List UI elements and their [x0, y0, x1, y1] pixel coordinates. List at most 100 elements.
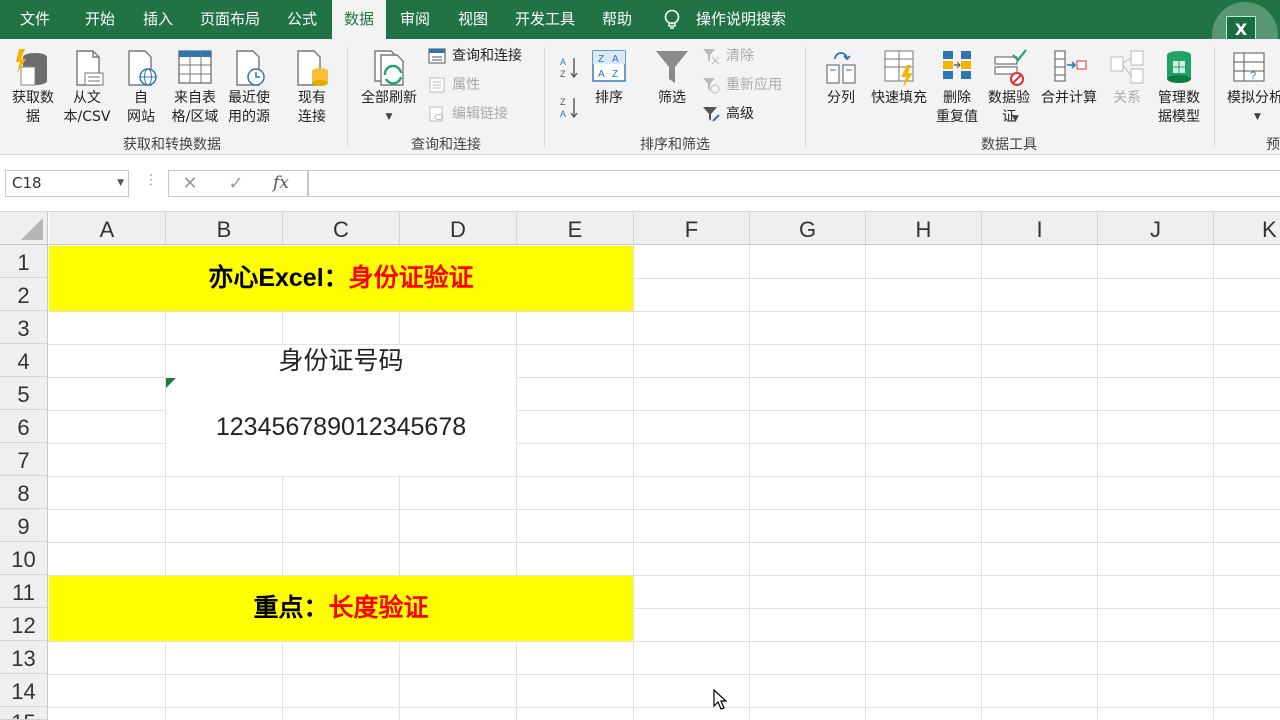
- gridline: [48, 476, 1280, 477]
- clear-filter-label: 清除: [726, 48, 754, 64]
- from-text-button[interactable]: 从文 本/CSV: [60, 47, 114, 127]
- manage-data-model-button[interactable]: 管理数 据模型: [1152, 47, 1206, 127]
- row-header-3[interactable]: 3: [0, 311, 48, 344]
- filter-button[interactable]: 筛选: [650, 47, 694, 108]
- row-header-15[interactable]: 15: [0, 707, 48, 720]
- select-all-button[interactable]: [0, 212, 48, 245]
- column-header-a[interactable]: A: [49, 212, 166, 245]
- row-header-10[interactable]: 10: [0, 542, 48, 575]
- text-to-columns-icon: [826, 52, 856, 84]
- what-if-analysis-button[interactable]: ? 模拟分析 ▼: [1224, 47, 1280, 127]
- refresh-all-button[interactable]: 全部刷新 ▼: [356, 47, 422, 127]
- tab-file[interactable]: 文件: [0, 0, 70, 39]
- tab-formulas[interactable]: 公式: [274, 0, 330, 39]
- name-box[interactable]: C18 ▼: [5, 170, 129, 197]
- focus-prefix: 重点：: [253, 594, 329, 622]
- data-validation-button[interactable]: 数据验 证 ▼: [984, 47, 1034, 127]
- tab-data[interactable]: 数据: [332, 0, 386, 39]
- data-model-icon: [1167, 51, 1191, 83]
- menu-bar: 文件 开始 插入 页面布局 公式 数据 审阅 视图 开发工具 帮助 操作说明搜索…: [0, 0, 1280, 68]
- focus-banner[interactable]: 重点：长度验证: [49, 576, 633, 641]
- refresh-all-label: 全部刷新: [361, 90, 417, 106]
- flash-fill-button[interactable]: 快速填充: [866, 47, 932, 108]
- recent-sources-label: 最近使 用的源: [228, 90, 270, 125]
- column-header-b[interactable]: B: [166, 212, 283, 245]
- text-to-columns-button[interactable]: 分列: [818, 47, 864, 108]
- filter-label: 筛选: [658, 90, 686, 106]
- svg-text:A: A: [612, 54, 619, 65]
- queries-connections-label: 查询和连接: [452, 48, 522, 64]
- get-data-button[interactable]: 获取数 据: [6, 47, 60, 127]
- cancel-icon[interactable]: ✕: [175, 170, 205, 197]
- worksheet-grid[interactable]: A B C D E F G H I J K 1 2 3 4 5 6 7 8 9 …: [0, 212, 1280, 720]
- column-header-c[interactable]: C: [283, 212, 400, 245]
- column-header-f[interactable]: F: [634, 212, 750, 245]
- gridline: [865, 245, 866, 720]
- tab-home[interactable]: 开始: [70, 0, 130, 39]
- tab-insert[interactable]: 插入: [130, 0, 186, 39]
- column-header-i[interactable]: I: [982, 212, 1098, 245]
- id-value-cell[interactable]: 123456789012345678: [166, 411, 516, 444]
- tab-developer[interactable]: 开发工具: [502, 0, 588, 39]
- chevron-down-icon: ▼: [385, 112, 393, 122]
- consolidate-button[interactable]: 合并计算: [1036, 47, 1102, 108]
- gridline: [1097, 245, 1098, 720]
- row-header-13[interactable]: 13: [0, 641, 48, 674]
- column-header-g[interactable]: G: [750, 212, 866, 245]
- sort-ascending-button[interactable]: A Z: [560, 53, 580, 79]
- remove-duplicates-button[interactable]: 删除 重复值: [932, 47, 982, 127]
- relationships-button[interactable]: 关系: [1104, 47, 1150, 108]
- insert-function-icon[interactable]: fx: [266, 170, 296, 197]
- row-header-8[interactable]: 8: [0, 476, 48, 509]
- column-header-e[interactable]: E: [517, 212, 634, 245]
- what-if-icon: ?: [1233, 52, 1265, 82]
- row-header-9[interactable]: 9: [0, 509, 48, 542]
- existing-connections-button[interactable]: 现有 连接: [288, 47, 336, 127]
- gridline: [399, 245, 400, 720]
- tab-page-layout[interactable]: 页面布局: [186, 0, 274, 39]
- title-prefix: 亦心Excel：: [208, 264, 349, 292]
- row-header-7[interactable]: 7: [0, 443, 48, 476]
- row-header-12[interactable]: 12: [0, 608, 48, 641]
- sort-az-icon: A Z: [560, 57, 578, 79]
- row-header-5[interactable]: 5: [0, 377, 48, 410]
- column-header-h[interactable]: H: [866, 212, 982, 245]
- row-header-11[interactable]: 11: [0, 575, 48, 608]
- consolidate-icon: [1054, 50, 1087, 82]
- gridline: [633, 245, 634, 720]
- id-header-cell[interactable]: 身份证号码: [166, 345, 516, 378]
- gridline: [48, 542, 1280, 543]
- consolidate-label: 合并计算: [1041, 90, 1097, 106]
- tab-view[interactable]: 视图: [444, 0, 502, 39]
- ribbon: 获取数 据 从文 本/CSV 自 网站 来自表 格/区域 最近使 用的源 现有 …: [0, 39, 1280, 155]
- error-indicator-icon[interactable]: [166, 378, 176, 388]
- row-header-6[interactable]: 6: [0, 410, 48, 443]
- row-header-4[interactable]: 4: [0, 344, 48, 377]
- enter-icon[interactable]: ✓: [221, 170, 251, 197]
- column-header-d[interactable]: D: [400, 212, 517, 245]
- row-header-1[interactable]: 1: [0, 245, 48, 278]
- formula-input[interactable]: [308, 170, 1280, 197]
- svg-text:Z: Z: [560, 69, 566, 79]
- tab-help[interactable]: 帮助: [588, 0, 646, 39]
- gridline: [48, 674, 1280, 675]
- sort-button[interactable]: Z A A Z 排序: [586, 47, 632, 108]
- chevron-down-icon[interactable]: ▼: [117, 171, 124, 196]
- from-web-button[interactable]: 自 网站: [118, 47, 164, 127]
- from-table-button[interactable]: 来自表 格/区域: [168, 47, 222, 127]
- svg-text:A: A: [560, 57, 566, 67]
- sort-descending-button[interactable]: Z A: [560, 93, 580, 119]
- focus-highlight: 长度验证: [328, 594, 429, 622]
- drag-handle-icon[interactable]: ⋮: [144, 172, 158, 188]
- recent-sources-button[interactable]: 最近使 用的源: [222, 47, 276, 127]
- tab-review[interactable]: 审阅: [386, 0, 444, 39]
- title-banner[interactable]: 亦心Excel：身份证验证: [49, 246, 633, 311]
- properties-label: 属性: [452, 77, 480, 93]
- column-header-k[interactable]: K: [1214, 212, 1280, 245]
- column-header-j[interactable]: J: [1098, 212, 1214, 245]
- row-header-14[interactable]: 14: [0, 674, 48, 707]
- formula-bar: C18 ▼ ⋮ ✕ ✓ fx: [0, 155, 1280, 212]
- group-label-forecast: 预: [1266, 137, 1280, 153]
- text-to-columns-label: 分列: [827, 90, 855, 106]
- row-header-2[interactable]: 2: [0, 278, 48, 311]
